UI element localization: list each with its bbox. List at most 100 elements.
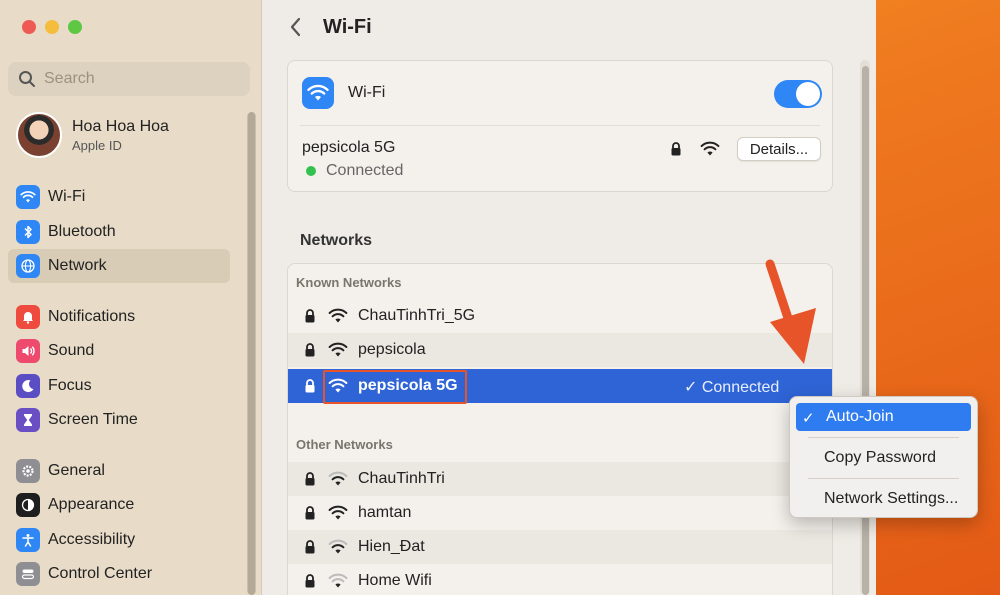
- bell-icon: [16, 304, 40, 329]
- sidebar-item-focus[interactable]: Focus: [8, 369, 230, 403]
- checkmark-icon: ✓: [802, 410, 815, 427]
- sidebar-item-screen-time[interactable]: Screen Time: [8, 403, 230, 437]
- sidebar-item-label: Appearance: [48, 496, 135, 513]
- networks-list: Known Networks ChauTinhTri_5G pepsicola …: [287, 263, 833, 595]
- sidebar-item-bluetooth[interactable]: Bluetooth: [8, 215, 230, 249]
- window-controls: [22, 20, 82, 34]
- wifi-toggle[interactable]: [774, 80, 822, 108]
- sidebar-item-label: General: [48, 461, 105, 479]
- hourglass-icon: [16, 408, 40, 432]
- network-name: ChauTinhTri_5G: [358, 307, 476, 324]
- network-name: pepsicola 5G: [358, 377, 458, 394]
- network-name: Home Wifi: [358, 572, 432, 589]
- lock-icon: [305, 540, 315, 554]
- avatar: [16, 112, 62, 158]
- speaker-icon: [16, 339, 40, 363]
- sidebar-item-label: Sound: [48, 342, 95, 359]
- sidebar-item-notifications[interactable]: Notifications: [8, 300, 230, 334]
- zoom-window-button[interactable]: [68, 20, 82, 34]
- network-name: hamtan: [358, 504, 412, 521]
- sidebar-item-label: Bluetooth: [48, 222, 116, 240]
- search-box[interactable]: [8, 62, 250, 96]
- lock-icon: [305, 506, 315, 520]
- details-button[interactable]: Details...: [737, 137, 821, 161]
- network-context-menu: ✓ Auto-Join Copy Password Network Settin…: [789, 396, 978, 518]
- sidebar-item-label: Notifications: [48, 307, 136, 325]
- sidebar-item-network[interactable]: Network: [8, 249, 230, 283]
- network-row-chautinhtri[interactable]: ChauTinhTri: [288, 462, 832, 496]
- wifi-signal-icon: [328, 539, 348, 554]
- sidebar-item-label: Control Center: [48, 565, 153, 582]
- menu-separator: [808, 478, 959, 479]
- sidebar-item-sound[interactable]: Sound: [8, 334, 230, 368]
- accessibility-icon: [16, 527, 40, 552]
- sidebar-item-control-center[interactable]: Control Center: [8, 557, 230, 591]
- lock-icon: [305, 472, 315, 486]
- network-name: Hien_Đat: [358, 538, 425, 555]
- page-title: Wi-Fi: [323, 16, 372, 38]
- network-row-chautinhtri-5g[interactable]: ChauTinhTri_5G: [288, 299, 832, 333]
- network-row-pepsicola[interactable]: pepsicola: [288, 333, 832, 367]
- other-networks-heading: Other Networks: [296, 437, 393, 452]
- back-chevron-icon[interactable]: [285, 14, 307, 40]
- menu-item-network-settings[interactable]: Network Settings...: [796, 485, 971, 513]
- wifi-signal-icon: [328, 342, 348, 357]
- sidebar-item-label: Focus: [48, 376, 92, 394]
- bluetooth-icon: [16, 219, 40, 244]
- wifi-signal-icon: [328, 308, 348, 323]
- lock-icon: [305, 343, 315, 357]
- menu-separator: [808, 437, 959, 438]
- sidebar-list: Wi-Fi Bluetooth Network Notifications So…: [8, 180, 230, 592]
- divider: [300, 125, 820, 126]
- wifi-signal-icon: [328, 573, 348, 588]
- wifi-icon: [16, 185, 40, 209]
- network-name: ChauTinhTri: [358, 470, 445, 487]
- menu-item-label: Copy Password: [824, 449, 937, 466]
- toggle-knob: [796, 82, 820, 106]
- network-row-hamtan[interactable]: hamtan: [288, 496, 832, 530]
- search-icon: [19, 71, 35, 87]
- profile-name: Hoa Hoa Hoa: [72, 117, 169, 135]
- sidebar-item-label: Accessibility: [48, 530, 136, 548]
- menu-item-copy-password[interactable]: Copy Password: [796, 444, 971, 472]
- moon-icon: [16, 373, 40, 398]
- connected-status: ✓ Connected: [684, 379, 780, 396]
- sidebar-item-label: Wi-Fi: [48, 188, 86, 205]
- sidebar-item-label: Screen Time: [48, 411, 138, 428]
- appearance-icon: [16, 493, 40, 517]
- wifi-icon: [302, 77, 334, 109]
- sidebar-item-label: Network: [48, 257, 107, 274]
- wifi-status-card: Wi-Fi pepsicola 5G Connected Details...: [287, 60, 833, 192]
- close-window-button[interactable]: [22, 20, 36, 34]
- sidebar-scrollbar-thumb[interactable]: [248, 112, 255, 595]
- search-input[interactable]: [44, 70, 234, 88]
- current-network-name: pepsicola 5G: [302, 139, 396, 156]
- sidebar-item-accessibility[interactable]: Accessibility: [8, 523, 230, 557]
- sidebar-item-general[interactable]: General: [8, 454, 230, 488]
- network-row-hien-dat[interactable]: Hien_Đat: [288, 530, 832, 564]
- wifi-signal-icon: [328, 505, 348, 520]
- sidebar-item-appearance[interactable]: Appearance: [8, 488, 230, 522]
- menu-item-label: Network Settings...: [824, 490, 959, 507]
- sidebar-item-wifi[interactable]: Wi-Fi: [8, 180, 230, 214]
- connected-dot-icon: [306, 166, 316, 176]
- globe-icon: [16, 254, 40, 278]
- networks-heading: Networks: [300, 232, 373, 249]
- gear-icon: [16, 458, 40, 483]
- menu-item-label: Auto-Join: [826, 408, 894, 425]
- menu-item-auto-join[interactable]: ✓ Auto-Join: [796, 403, 971, 431]
- wifi-label: Wi-Fi: [348, 84, 386, 101]
- system-settings-window: Hoa Hoa Hoa Apple ID Wi-Fi Bluetooth: [0, 0, 876, 595]
- control-center-icon: [16, 562, 40, 586]
- wifi-signal-icon: [328, 378, 348, 393]
- annotation-arrow-icon: [765, 259, 816, 364]
- profile-subtitle: Apple ID: [72, 137, 122, 153]
- minimize-window-button[interactable]: [45, 20, 59, 34]
- lock-icon: [305, 309, 315, 323]
- network-name: pepsicola: [358, 341, 426, 358]
- lock-icon: [671, 142, 681, 156]
- status-text: Connected: [326, 162, 404, 179]
- apple-id-profile[interactable]: Hoa Hoa Hoa Apple ID: [16, 112, 169, 158]
- network-row-home-wifi[interactable]: Home Wifi: [288, 564, 832, 595]
- network-row-pepsicola-5g[interactable]: pepsicola 5G ✓ Connected: [288, 369, 832, 403]
